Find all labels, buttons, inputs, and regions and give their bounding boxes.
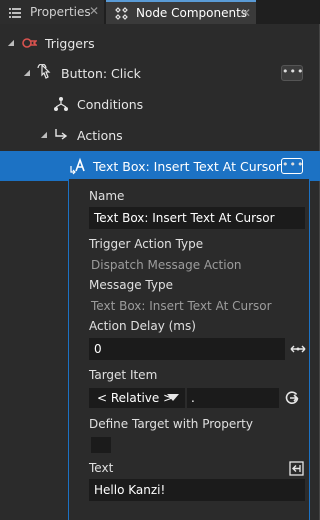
define-target-label: Define Target with Property	[89, 417, 253, 431]
components-icon	[114, 6, 128, 20]
trigger-action-type-label: Trigger Action Type	[89, 237, 204, 251]
list-icon	[8, 5, 22, 19]
tree-label: Text Box: Insert Text At Cursor	[93, 159, 282, 174]
pick-target-icon[interactable]	[283, 389, 301, 407]
drag-adjust-icon[interactable]	[289, 340, 307, 358]
close-icon[interactable]: ✕	[88, 5, 100, 17]
target-item-label: Target Item	[89, 368, 158, 382]
tab-label: Properties	[30, 5, 91, 19]
text-label: Text	[89, 461, 114, 475]
click-trigger-icon	[37, 63, 53, 80]
conditions-icon	[53, 96, 69, 112]
dropdown-label: < Relative >	[97, 391, 174, 405]
tree-row-button-click[interactable]: ◢ Button: Click •••	[0, 58, 320, 88]
close-icon[interactable]: ✕	[240, 7, 252, 19]
tree-row-selected-action[interactable]: Text Box: Insert Text At Cursor •••	[0, 151, 320, 181]
trigger-icon	[21, 35, 38, 51]
define-target-checkbox[interactable]	[91, 437, 111, 453]
tree-row-conditions[interactable]: Conditions	[0, 89, 320, 119]
tree-row-actions[interactable]: ◢ Actions	[0, 120, 320, 150]
chevron-down-icon	[167, 394, 179, 401]
tree-label: Button: Click	[61, 66, 141, 81]
more-options-button[interactable]: •••	[281, 158, 303, 174]
text-action-icon	[69, 157, 85, 175]
message-type-label: Message Type	[89, 278, 173, 292]
name-label: Name	[89, 189, 125, 203]
tree-label: Conditions	[77, 97, 144, 112]
text-field[interactable]: Hello Kanzi!	[89, 479, 305, 501]
tree-label: Triggers	[45, 36, 95, 51]
target-item-mode-dropdown[interactable]: < Relative >	[89, 388, 185, 408]
actions-icon	[53, 127, 69, 143]
trigger-action-type-value: Dispatch Message Action	[91, 258, 242, 272]
tab-bar: Properties ✕ Node Components ✕	[0, 0, 320, 24]
name-field[interactable]: Text Box: Insert Text At Cursor	[89, 207, 305, 229]
action-properties-panel: Name Text Box: Insert Text At Cursor Tri…	[68, 179, 310, 520]
more-options-button[interactable]: •••	[281, 65, 303, 81]
tab-properties[interactable]: Properties ✕	[0, 0, 104, 24]
tab-label: Node Components	[136, 6, 248, 20]
action-delay-label: Action Delay (ms)	[89, 319, 196, 333]
target-item-path-field[interactable]: .	[187, 388, 279, 408]
collapse-arrow-icon[interactable]: ◢	[6, 38, 16, 48]
action-delay-field[interactable]: 0	[89, 338, 285, 360]
collapse-arrow-icon[interactable]: ◢	[39, 130, 49, 140]
bind-property-icon[interactable]	[287, 459, 305, 477]
tab-node-components[interactable]: Node Components ✕	[106, 0, 256, 24]
tree-label: Actions	[77, 128, 123, 143]
tree-row-triggers[interactable]: ◢ Triggers	[0, 28, 320, 58]
message-type-value: Text Box: Insert Text At Cursor	[91, 299, 272, 313]
collapse-arrow-icon[interactable]: ◢	[22, 68, 32, 78]
